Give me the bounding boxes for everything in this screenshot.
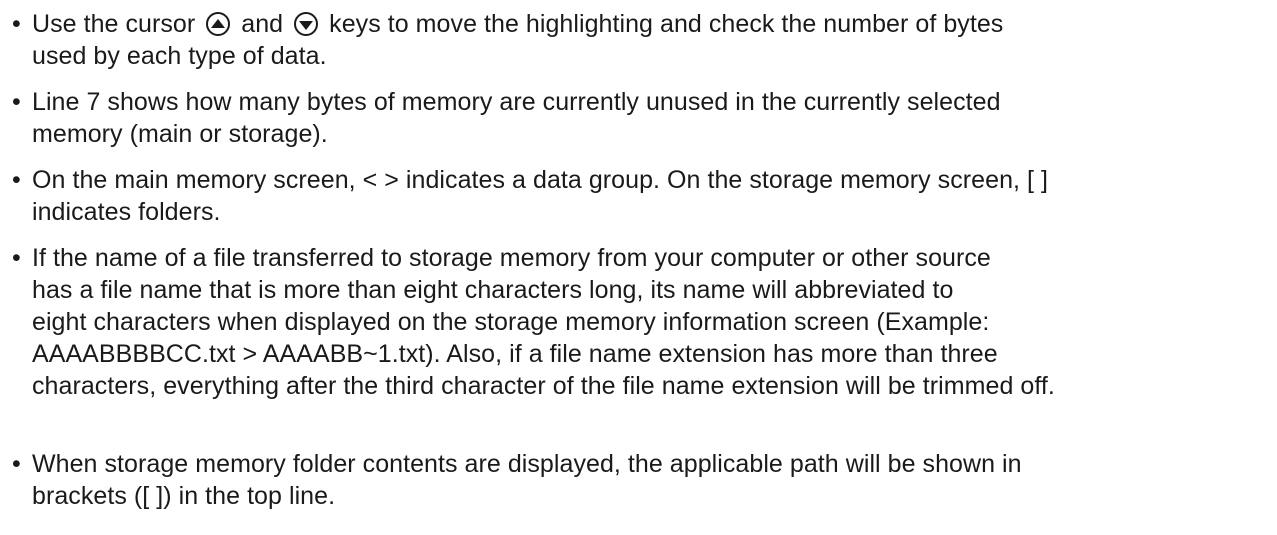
bullet-marker: • xyxy=(12,450,21,478)
bullet-4-line-5: characters, everything after the third c… xyxy=(32,372,1055,400)
bullet-marker: • xyxy=(12,88,21,116)
bullet-4-line-2: has a file name that is more than eight … xyxy=(32,276,954,304)
bullet-marker: • xyxy=(12,10,21,38)
bullet-3-line-2: indicates folders. xyxy=(32,198,221,226)
document-page: • Use the cursor and keys to move the hi… xyxy=(0,0,1277,535)
bullet-4-line-4: AAAABBBBCC.txt > AAAABB~1.txt). Also, if… xyxy=(32,340,998,368)
bullet-4-line-1: If the name of a file transferred to sto… xyxy=(32,244,991,272)
text-segment: keys to move the highlighting and check … xyxy=(329,10,1004,38)
bullet-4-line-3: eight characters when displayed on the s… xyxy=(32,308,990,336)
text-segment: Use the cursor xyxy=(32,10,196,38)
bullet-2-line-2: memory (main or storage). xyxy=(32,120,328,148)
bullet-marker: • xyxy=(12,166,21,194)
bullet-3-line-1: On the main memory screen, < > indicates… xyxy=(32,166,1048,194)
bullet-marker: • xyxy=(12,244,21,272)
text-segment: and xyxy=(241,10,284,38)
bullet-1-line-2: used by each type of data. xyxy=(32,42,327,70)
bullet-5-line-1: When storage memory folder contents are … xyxy=(32,450,1022,478)
bullet-2-line-1: Line 7 shows how many bytes of memory ar… xyxy=(32,88,1001,116)
bullet-1-line-1: Use the cursor and keys to move the high… xyxy=(32,8,1003,40)
cursor-down-key-icon xyxy=(294,12,319,36)
bullet-5-line-2: brackets ([ ]) in the top line. xyxy=(32,482,336,510)
cursor-up-key-icon xyxy=(206,12,231,36)
